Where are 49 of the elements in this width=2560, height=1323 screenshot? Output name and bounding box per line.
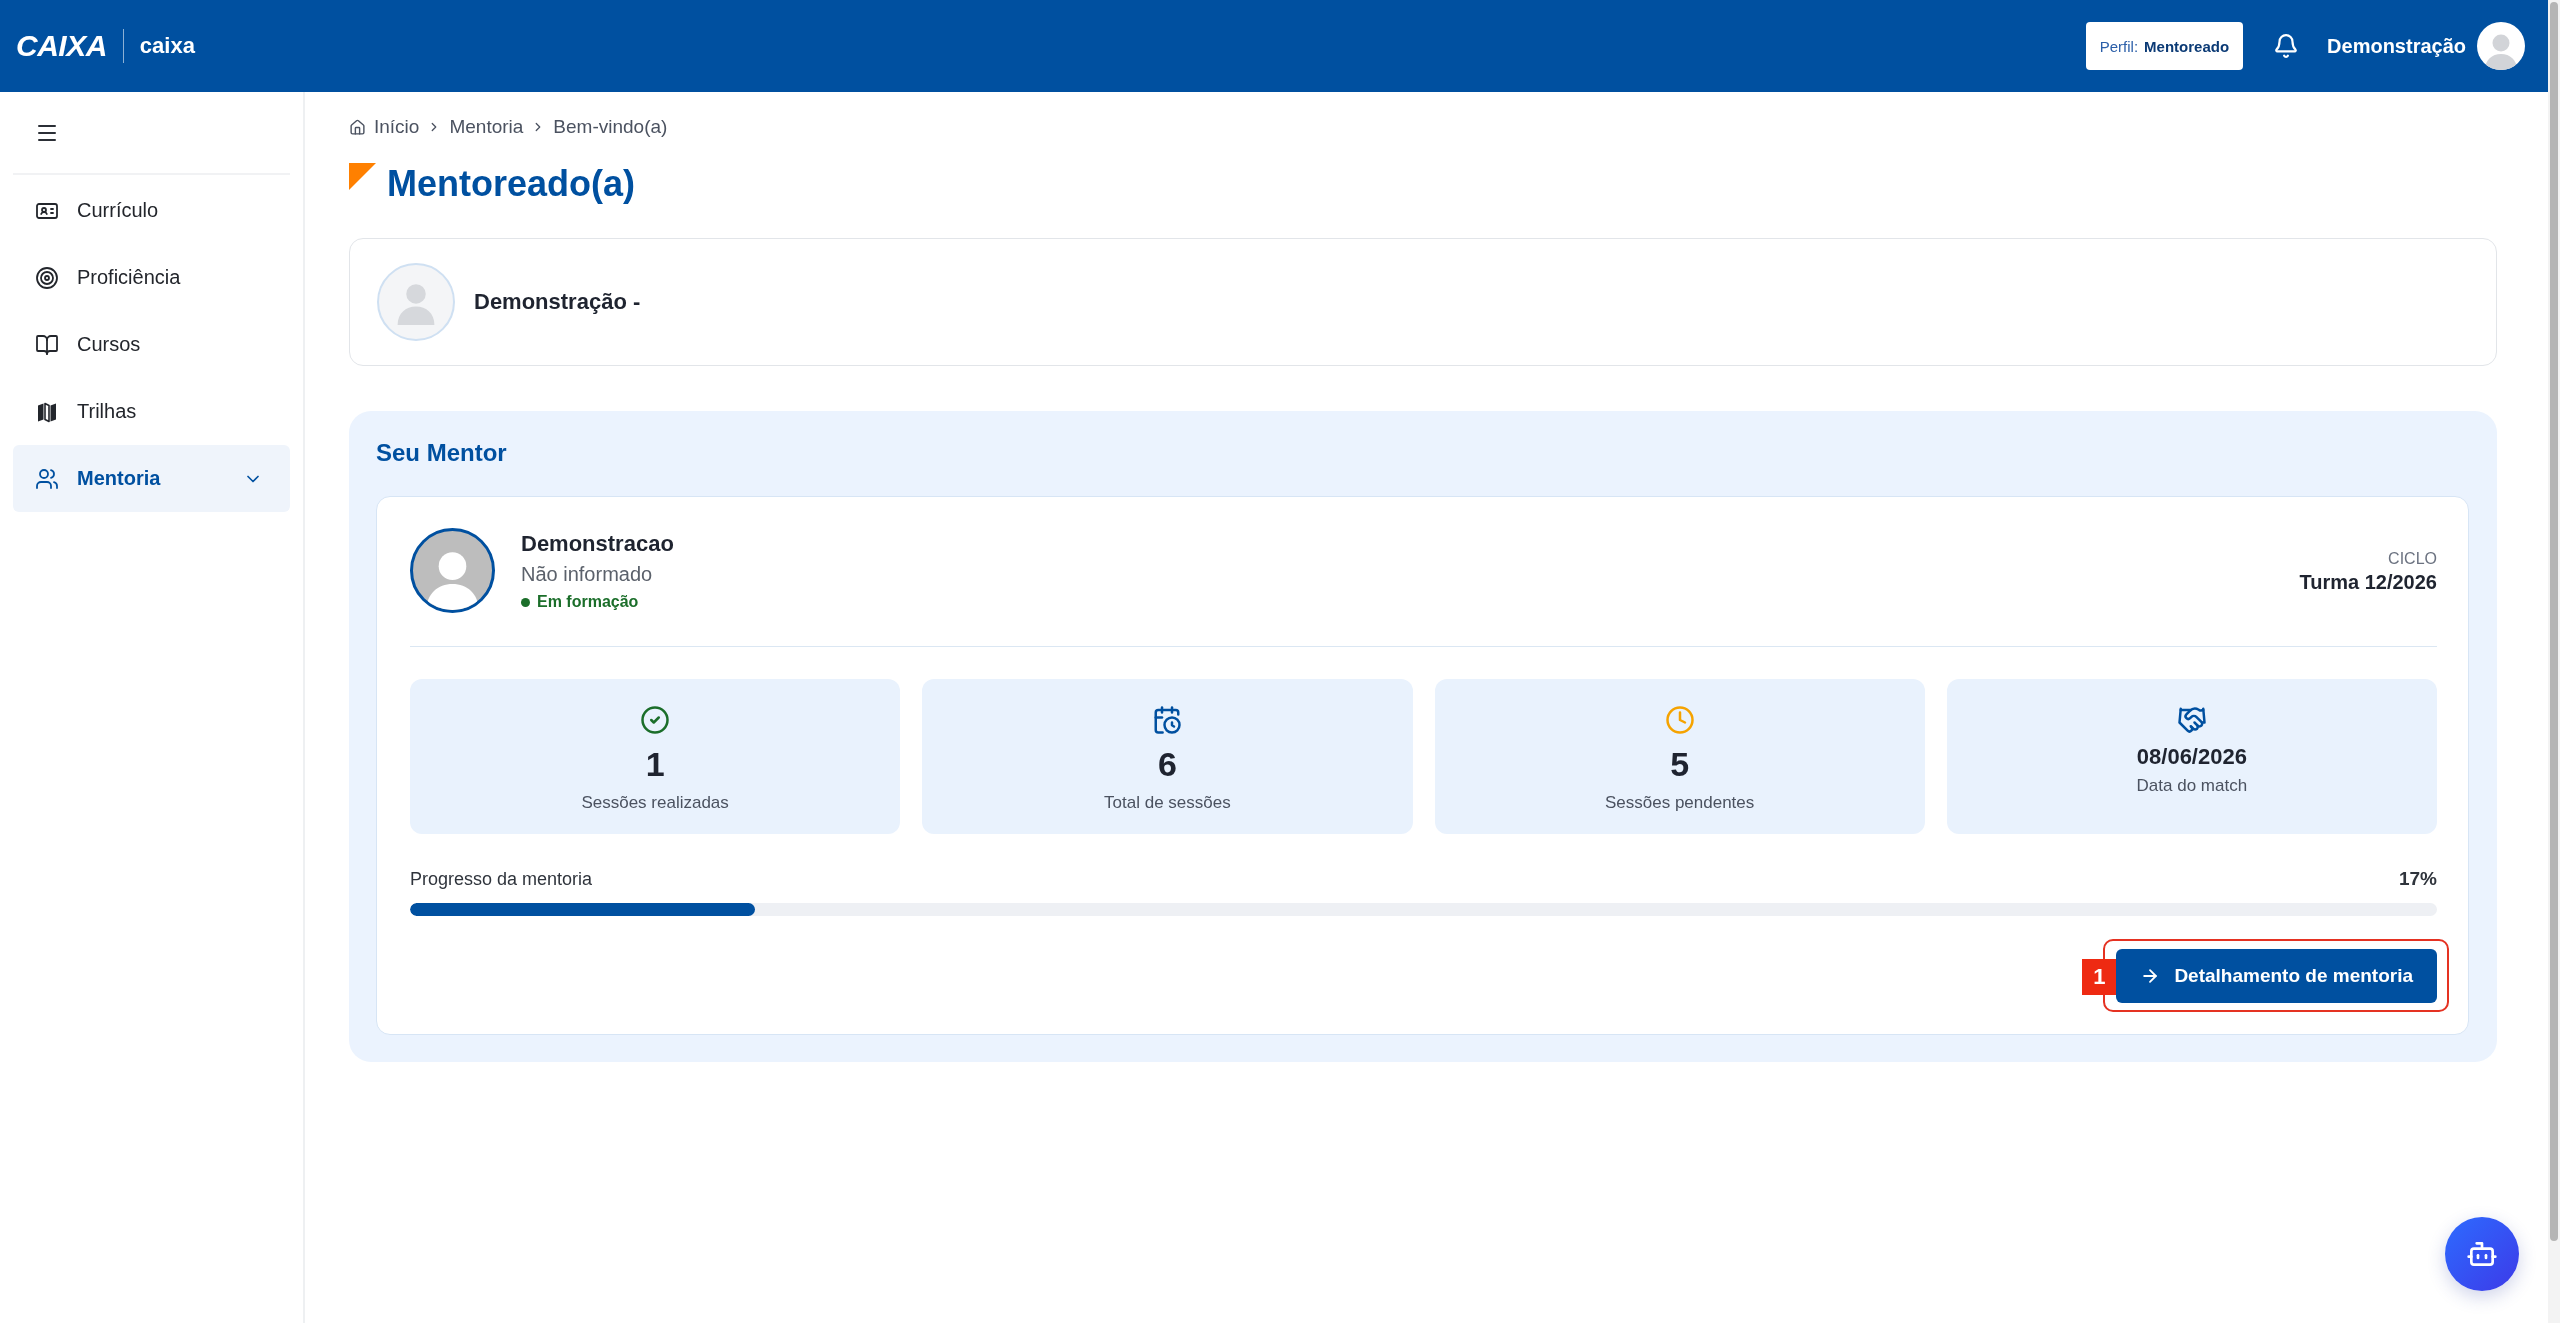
sidebar-item[interactable]: Trilhas	[13, 378, 290, 445]
corner-mark-icon	[349, 163, 376, 190]
profile-name: Demonstração -	[474, 289, 641, 315]
breadcrumb-link[interactable]: Início	[349, 116, 420, 138]
marker-label: 1	[2082, 959, 2117, 995]
cycle-label: CICLO	[2388, 548, 2437, 569]
book-icon	[35, 332, 59, 357]
handshake-icon	[2176, 705, 2207, 735]
calendar-clock-icon	[1152, 705, 1183, 735]
sidebar-item[interactable]: Mentoria	[13, 445, 290, 512]
stat-value: 5	[1670, 744, 1690, 784]
stat-label: Data do match	[2136, 775, 2248, 797]
sidebar-item[interactable]: Currículo	[13, 177, 290, 244]
stat-label: Total de sessões	[1104, 792, 1231, 814]
mentor-role: Não informado	[521, 562, 654, 587]
mentor-name: Demonstracao	[521, 530, 675, 558]
target-icon	[35, 265, 59, 290]
clock-icon	[1664, 705, 1695, 735]
progress-reading: 17%	[2398, 867, 2437, 891]
status-text: Em formação	[537, 593, 639, 611]
sidebar-item[interactable]: Proficiência	[13, 244, 290, 311]
stat-value: 1	[645, 744, 665, 784]
sidebar-item[interactable]: Cursos	[13, 311, 290, 378]
notifications-button[interactable]	[2273, 33, 2300, 59]
progress-label: Progresso da mentoria	[410, 868, 593, 891]
status-dot-icon	[521, 597, 530, 607]
profile-value: Mentoreado	[2144, 37, 2230, 55]
stat-value: 6	[1157, 744, 1177, 784]
stat-value: 08/06/2026	[2136, 743, 2247, 771]
user-name: Demonstração	[2327, 34, 2466, 58]
assistant-button[interactable]	[2445, 1217, 2519, 1291]
avatar-icon[interactable]	[2477, 22, 2525, 70]
bell-icon	[2273, 33, 2300, 59]
breadcrumb-link[interactable]: Mentoria	[449, 116, 524, 138]
stat-label: Sessões pendentes	[1604, 792, 1755, 814]
stat-label: Sessões realizadas	[581, 792, 729, 814]
cycle-value: Turma 12/2026	[2299, 569, 2437, 594]
home-icon	[349, 118, 366, 136]
page-title: Mentoreado(a)	[387, 162, 635, 206]
scrollbar-thumb[interactable]	[2550, 2, 2558, 1241]
brand-logo: CAIXA	[16, 29, 107, 63]
profile-label: Perfil:	[2099, 37, 2139, 55]
app-name: caixa	[139, 33, 195, 59]
check-circle-icon	[640, 705, 671, 735]
section-title: Seu Mentor	[376, 439, 508, 467]
people-icon	[35, 466, 59, 491]
breadcrumb-current: Bem-vindo(a)	[553, 116, 668, 138]
details-button[interactable]: Detalhamento de mentoria	[2116, 949, 2437, 1003]
profile-selector[interactable]: Perfil: Mentoreado	[2085, 22, 2244, 70]
